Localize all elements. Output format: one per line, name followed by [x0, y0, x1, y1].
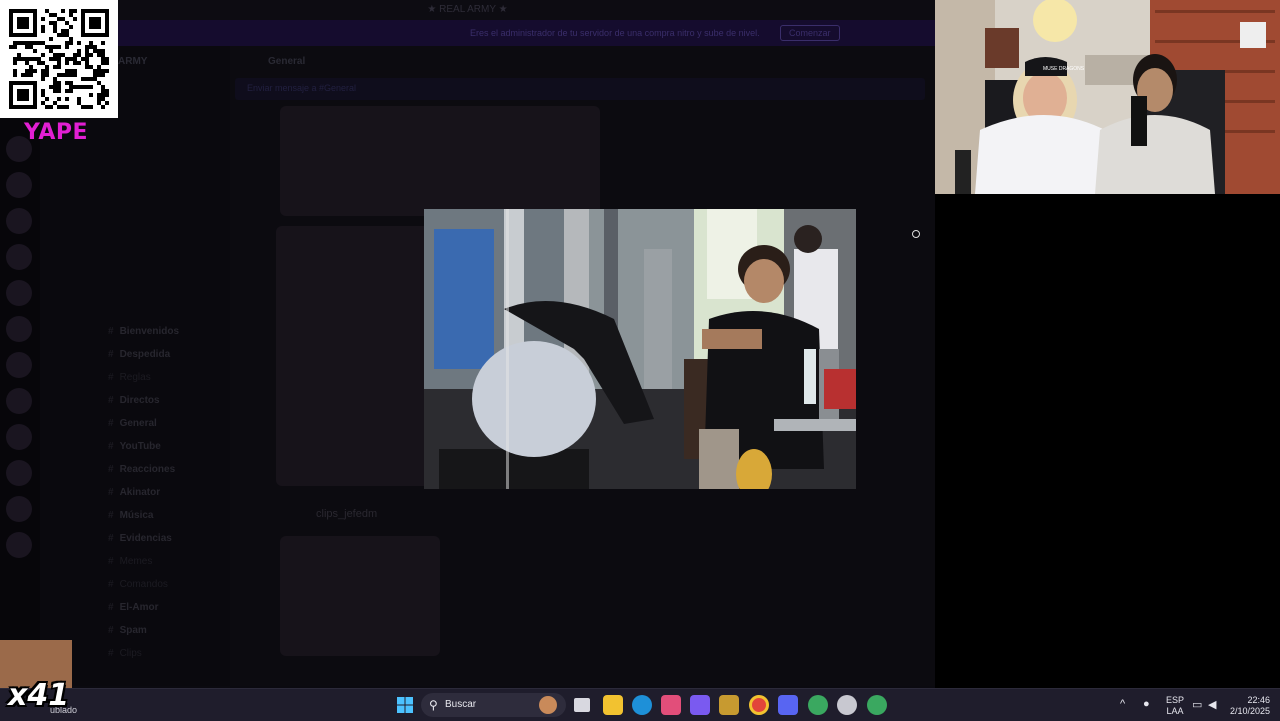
- channel-item[interactable]: # YouTube: [108, 441, 161, 452]
- server-icon[interactable]: [6, 388, 32, 414]
- channel-item[interactable]: # Evidencias: [108, 533, 172, 544]
- channel-item[interactable]: # Akinator: [108, 487, 160, 498]
- channel-item[interactable]: # Música: [108, 510, 153, 521]
- chat-image-thumbnail[interactable]: [280, 106, 600, 216]
- search-icon: ⚲: [429, 698, 438, 712]
- message-placeholder: Enviar mensaje a #General: [247, 83, 357, 93]
- channel-item[interactable]: # Spam: [108, 625, 147, 636]
- banner-text: Eres el administrador de tu servidor de …: [470, 28, 760, 38]
- hash-icon: #: [108, 579, 114, 590]
- chrome-profile-icon[interactable]: [808, 695, 828, 715]
- search-label: Buscar: [445, 699, 477, 710]
- edge-icon[interactable]: [632, 695, 652, 715]
- hash-icon: #: [108, 487, 114, 498]
- search-highlight-icon: [539, 696, 557, 714]
- chevron-up-icon[interactable]: ^: [1120, 698, 1125, 710]
- server-icon[interactable]: [6, 208, 32, 234]
- hash-icon: #: [108, 625, 114, 636]
- hash-icon: #: [108, 349, 114, 360]
- video-frame: [424, 209, 856, 489]
- copilot-icon[interactable]: [690, 695, 710, 715]
- qr-code-graphic: [9, 9, 109, 109]
- server-icon[interactable]: [6, 352, 32, 378]
- clip-filename: clips_jefedm: [316, 508, 378, 520]
- hash-icon: #: [108, 326, 114, 337]
- cap-text: MUSE DRAGONS: [1043, 66, 1085, 72]
- webcam-overlay: MUSE DRAGONS: [935, 0, 1280, 194]
- qr-code: [0, 0, 118, 118]
- channel-item[interactable]: # Clips: [108, 648, 142, 659]
- webcam-feed: [935, 0, 1280, 194]
- hash-icon: #: [108, 395, 114, 406]
- microphone-icon[interactable]: ●: [1143, 698, 1150, 710]
- channel-item[interactable]: # Directos: [108, 395, 160, 406]
- server-icon[interactable]: [6, 280, 32, 306]
- chat-image-thumbnail[interactable]: [276, 226, 436, 486]
- video-player[interactable]: [424, 209, 856, 489]
- game-icon[interactable]: [719, 695, 739, 715]
- channel-item[interactable]: # Despedida: [108, 349, 170, 360]
- window-title: ★ REAL ARMY ★: [427, 4, 508, 15]
- github-desktop-icon[interactable]: [837, 695, 857, 715]
- snipping-tool-icon[interactable]: [661, 695, 681, 715]
- chat-video-thumbnail[interactable]: [280, 536, 440, 656]
- language-indicator[interactable]: ESP LAA: [1166, 695, 1184, 717]
- clock[interactable]: 22:46 2/10/2025: [1228, 695, 1270, 717]
- hash-icon: #: [108, 533, 114, 544]
- chrome-alt-icon[interactable]: [867, 695, 887, 715]
- hash-icon: #: [108, 441, 114, 452]
- server-icon[interactable]: [6, 172, 32, 198]
- channel-item[interactable]: # Reglas: [108, 372, 151, 383]
- server-icon[interactable]: [6, 424, 32, 450]
- nitro-banner: Eres el administrador de tu servidor de …: [0, 20, 935, 46]
- taskbar: ublado ⚲ Buscar ^ ● ESP LAA ▭ ◀ 22:46 2/…: [0, 688, 1280, 721]
- channel-item[interactable]: # Bienvenidos: [108, 326, 179, 337]
- hash-icon: #: [108, 418, 114, 429]
- mouse-cursor-icon: [912, 230, 920, 238]
- server-icon[interactable]: [6, 460, 32, 486]
- channel-item[interactable]: # Comandos: [108, 579, 168, 590]
- server-icon[interactable]: [6, 496, 32, 522]
- hash-icon: #: [108, 372, 114, 383]
- network-icon[interactable]: ▭: [1192, 698, 1202, 711]
- volume-icon[interactable]: ◀: [1208, 698, 1216, 711]
- file-explorer-icon[interactable]: [603, 695, 623, 715]
- discord-icon[interactable]: [778, 695, 798, 715]
- channel-item[interactable]: # El-Amor: [108, 602, 158, 613]
- message-input[interactable]: Enviar mensaje a #General: [235, 78, 925, 100]
- hash-icon: #: [108, 464, 114, 475]
- windows-start-icon[interactable]: [395, 695, 415, 715]
- chrome-icon[interactable]: [749, 695, 769, 715]
- server-icon[interactable]: [6, 532, 32, 558]
- task-view-icon[interactable]: [574, 698, 590, 712]
- channel-header: General: [268, 56, 306, 67]
- channel-item-active[interactable]: # General: [108, 418, 157, 429]
- hash-icon: #: [108, 556, 114, 567]
- server-name[interactable]: ARMY: [118, 56, 147, 67]
- reaction-multiplier: x41: [8, 678, 70, 713]
- discord-title-bar: ★ REAL ARMY ★: [0, 0, 935, 20]
- yape-label: YAPE: [24, 120, 89, 145]
- server-icon[interactable]: [6, 316, 32, 342]
- server-icon[interactable]: [6, 244, 32, 270]
- hash-icon: #: [108, 602, 114, 613]
- taskbar-search[interactable]: ⚲ Buscar: [421, 693, 566, 717]
- banner-button[interactable]: Comenzar: [780, 25, 840, 41]
- channel-item[interactable]: # Memes: [108, 556, 152, 567]
- channel-item[interactable]: # Reacciones: [108, 464, 175, 475]
- hash-icon: #: [108, 648, 114, 659]
- hash-icon: #: [108, 510, 114, 521]
